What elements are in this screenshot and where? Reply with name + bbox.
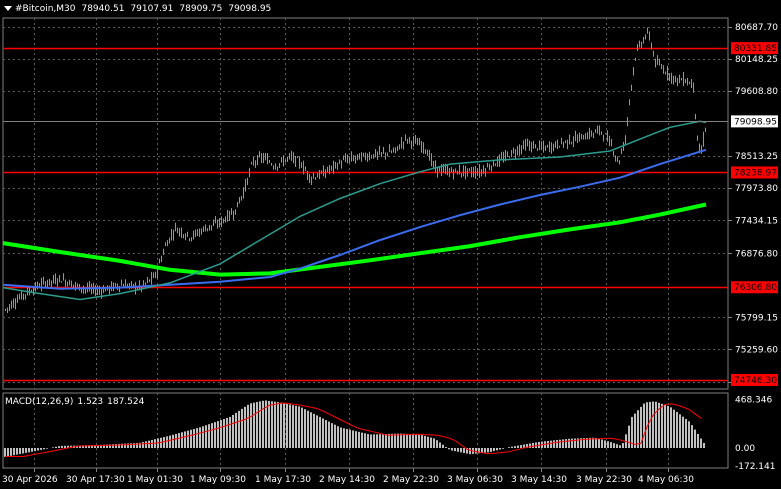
price-level-tag[interactable]: 78238.97	[731, 166, 778, 179]
time-axis-label: 3 May 14:30	[511, 475, 567, 485]
time-axis-label: 30 Apr 2026	[2, 475, 58, 485]
time-axis: 30 Apr 2026 30 Apr 17:30 1 May 01:30 1 May …	[2, 468, 694, 485]
price-candles	[5, 27, 706, 314]
price-axis-label: 75799.15	[735, 313, 778, 323]
price-axis-label: 77973.80	[735, 184, 778, 194]
moving-average-slow	[2, 202, 707, 277]
price-level-tag[interactable]: 80331.85	[731, 42, 778, 55]
price-axis-label: 80687.70	[735, 23, 778, 33]
macd-signal-line	[5, 402, 702, 457]
macd-main-value: 1.523	[77, 397, 104, 407]
macd-header: MACD(12,26,9) 1.523 187.524	[5, 397, 148, 408]
price-level-tag-text: 74746.30	[734, 376, 777, 386]
time-axis-label: 1 May 17:30	[255, 475, 311, 485]
time-axis-label: 4 May 06:30	[638, 475, 694, 485]
price-axis: 80687.70 80148.25 79608.80 78513.25 77973.80…	[728, 23, 778, 388]
time-axis-label: 1 May 01:30	[127, 475, 183, 485]
price-level-tag[interactable]: 76306.80	[731, 281, 778, 294]
time-axis-label: 30 Apr 17:30	[66, 475, 125, 485]
macd-label: MACD(12,26,9)	[5, 397, 74, 407]
macd-axis-label: -172.141	[735, 462, 775, 472]
price-level-tag-text: 78238.97	[734, 168, 777, 178]
main-plot-frame	[2, 17, 729, 390]
macd-axis: 468.346 0.00 -172.141	[735, 396, 775, 472]
price-level-tag-text: 76306.80	[734, 283, 777, 293]
trading-chart-window[interactable]: #Bitcoin,M30 78940.51 79107.91 78909.75 7909…	[0, 0, 781, 489]
time-axis-label: 3 May 06:30	[447, 475, 503, 485]
price-axis-label: 75259.60	[735, 345, 778, 355]
time-axis-label: 3 May 22:30	[576, 475, 632, 485]
horizontal-levels	[3, 47, 728, 382]
price-level-tag[interactable]: 74746.30	[731, 373, 778, 386]
price-axis-label: 77434.15	[735, 216, 778, 226]
macd-axis-label: 468.346	[735, 396, 772, 406]
price-axis-label: 79608.80	[735, 87, 778, 97]
moving-average-fast	[2, 120, 707, 301]
moving-average-mid	[2, 148, 707, 290]
chart-canvas[interactable]: 80687.70 80148.25 79608.80 78513.25 77973.80…	[0, 0, 781, 489]
current-price-tag[interactable]: 79098.95	[731, 115, 778, 128]
macd-axis-label: 0.00	[735, 444, 755, 454]
current-price-tag-text: 79098.95	[734, 117, 777, 127]
macd-histogram	[4, 400, 705, 457]
price-level-tag-text: 80331.85	[734, 44, 777, 54]
price-axis-label: 76876.80	[735, 249, 778, 259]
time-axis-label: 1 May 09:30	[190, 475, 246, 485]
price-axis-label: 78513.25	[735, 152, 778, 162]
price-axis-label: 80148.25	[735, 55, 778, 65]
macd-signal-value: 187.524	[107, 397, 145, 407]
time-axis-label: 2 May 22:30	[383, 475, 439, 485]
time-axis-label: 2 May 14:30	[319, 475, 375, 485]
